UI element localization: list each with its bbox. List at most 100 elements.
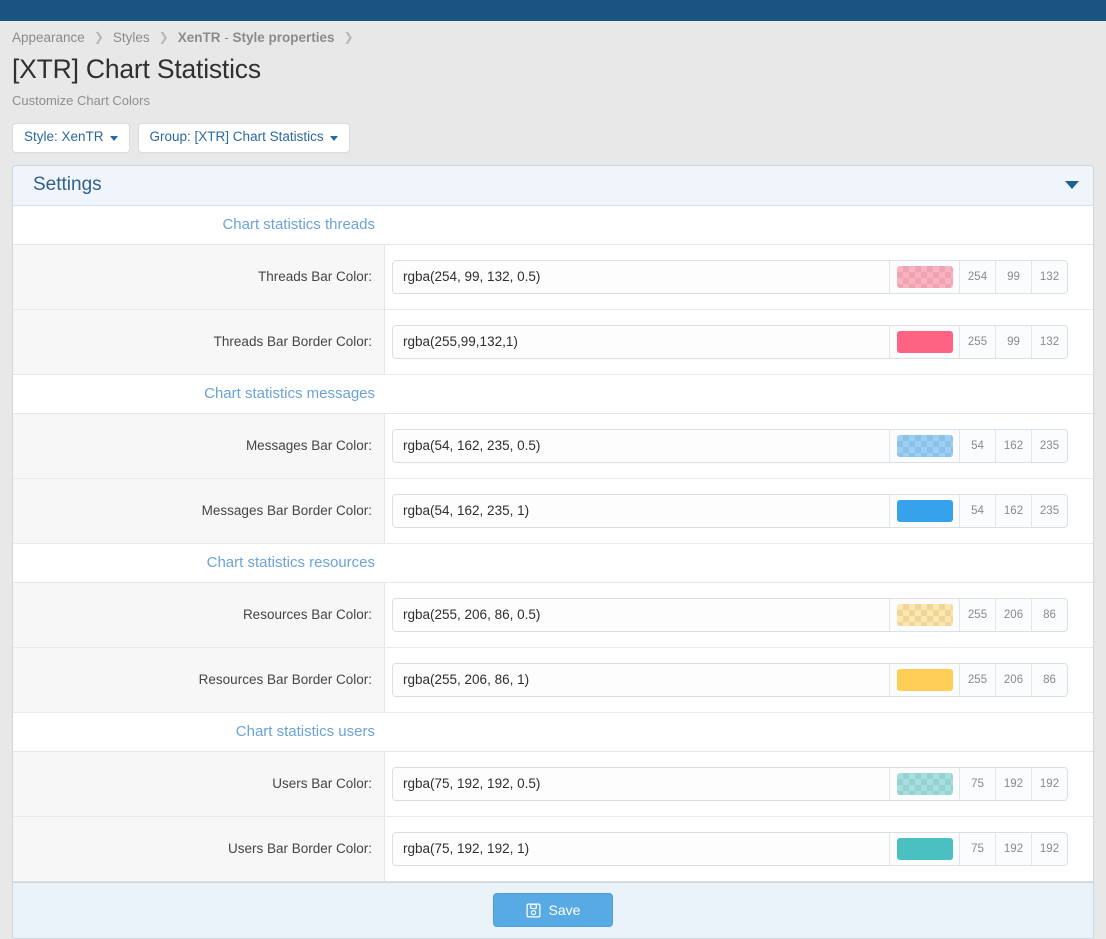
section-heading-label: Chart statistics users <box>13 723 385 740</box>
blue-channel-value[interactable]: 192 <box>1031 768 1067 800</box>
color-swatch <box>897 773 953 795</box>
red-channel-value[interactable]: 75 <box>959 833 995 865</box>
blue-channel-value[interactable]: 86 <box>1031 599 1067 631</box>
color-field-row: Threads Bar Border Color: 255 99 132 <box>13 310 1093 375</box>
field-body: 255 99 132 <box>385 310 1093 374</box>
color-field-row: Threads Bar Color: 254 99 132 <box>13 245 1093 310</box>
blue-channel-value[interactable]: 235 <box>1031 495 1067 527</box>
style-filter-button[interactable]: Style: XenTR <box>12 123 130 153</box>
red-channel-value[interactable]: 254 <box>959 261 995 293</box>
field-label: Users Bar Border Color: <box>13 817 385 881</box>
breadcrumb-separator-icon: ❯ <box>150 31 178 43</box>
color-value-input[interactable] <box>393 664 889 696</box>
floppy-save-icon <box>526 903 541 918</box>
section-heading-label: Chart statistics threads <box>13 216 385 233</box>
page-subtitle: Customize Chart Colors <box>12 93 1094 108</box>
group-filter-button[interactable]: Group: [XTR] Chart Statistics <box>138 123 350 153</box>
section-header: Chart statistics threads <box>13 206 1093 245</box>
color-swatch <box>897 500 953 522</box>
field-body: 54 162 235 <box>385 414 1093 478</box>
blue-channel-value[interactable]: 86 <box>1031 664 1067 696</box>
color-picker-control[interactable]: 254 99 132 <box>392 260 1068 294</box>
settings-panel: Settings Chart statistics threads Thread… <box>12 165 1094 939</box>
breadcrumb-item-appearance[interactable]: Appearance <box>12 30 85 45</box>
chevron-down-icon <box>110 136 118 141</box>
green-channel-value[interactable]: 162 <box>995 495 1031 527</box>
section-header: Chart statistics users <box>13 713 1093 752</box>
breadcrumb-item-styles[interactable]: Styles <box>113 30 150 45</box>
settings-panel-header: Settings <box>13 166 1093 206</box>
color-swatch-button[interactable] <box>889 495 959 527</box>
color-swatch <box>897 838 953 860</box>
field-label: Messages Bar Border Color: <box>13 479 385 543</box>
color-field-row: Resources Bar Color: 255 206 86 <box>13 583 1093 648</box>
color-picker-control[interactable]: 255 206 86 <box>392 598 1068 632</box>
color-field-row: Messages Bar Border Color: 54 162 235 <box>13 479 1093 544</box>
red-channel-value[interactable]: 255 <box>959 599 995 631</box>
color-swatch <box>897 266 953 288</box>
color-swatch-button[interactable] <box>889 261 959 293</box>
breadcrumb-separator-icon: ❯ <box>335 31 363 43</box>
field-label: Threads Bar Color: <box>13 245 385 309</box>
color-value-input[interactable] <box>393 261 889 293</box>
red-channel-value[interactable]: 255 <box>959 326 995 358</box>
green-channel-value[interactable]: 192 <box>995 768 1031 800</box>
color-swatch-button[interactable] <box>889 326 959 358</box>
green-channel-value[interactable]: 192 <box>995 833 1031 865</box>
green-channel-value[interactable]: 99 <box>995 261 1031 293</box>
color-picker-control[interactable]: 54 162 235 <box>392 429 1068 463</box>
color-value-input[interactable] <box>393 599 889 631</box>
color-swatch <box>897 604 953 626</box>
color-swatch-button[interactable] <box>889 833 959 865</box>
green-channel-value[interactable]: 206 <box>995 599 1031 631</box>
red-channel-value[interactable]: 255 <box>959 664 995 696</box>
color-swatch <box>897 435 953 457</box>
breadcrumb: Appearance ❯ Styles ❯ XenTR - Style prop… <box>12 21 1094 47</box>
color-picker-control[interactable]: 75 192 192 <box>392 767 1068 801</box>
color-swatch-button[interactable] <box>889 768 959 800</box>
blue-channel-value[interactable]: 132 <box>1031 261 1067 293</box>
green-channel-value[interactable]: 99 <box>995 326 1031 358</box>
color-swatch-button[interactable] <box>889 664 959 696</box>
color-value-input[interactable] <box>393 495 889 527</box>
field-label: Users Bar Color: <box>13 752 385 816</box>
color-value-input[interactable] <box>393 833 889 865</box>
color-field-row: Resources Bar Border Color: 255 206 86 <box>13 648 1093 713</box>
breadcrumb-dash: - <box>220 30 232 45</box>
group-filter-label: Group: [XTR] Chart Statistics <box>150 130 324 145</box>
color-swatch-button[interactable] <box>889 430 959 462</box>
color-value-input[interactable] <box>393 326 889 358</box>
color-swatch <box>897 669 953 691</box>
green-channel-value[interactable]: 162 <box>995 430 1031 462</box>
color-value-input[interactable] <box>393 768 889 800</box>
color-field-row: Users Bar Color: 75 192 192 <box>13 752 1093 817</box>
blue-channel-value[interactable]: 132 <box>1031 326 1067 358</box>
field-label: Resources Bar Border Color: <box>13 648 385 712</box>
color-picker-control[interactable]: 75 192 192 <box>392 832 1068 866</box>
field-body: 75 192 192 <box>385 752 1093 816</box>
page-title: [XTR] Chart Statistics <box>12 54 1094 85</box>
red-channel-value[interactable]: 54 <box>959 430 995 462</box>
filter-bar: Style: XenTR Group: [XTR] Chart Statisti… <box>12 123 1094 153</box>
color-picker-control[interactable]: 255 99 132 <box>392 325 1068 359</box>
field-body: 75 192 192 <box>385 817 1093 881</box>
field-label: Threads Bar Border Color: <box>13 310 385 374</box>
color-swatch-button[interactable] <box>889 599 959 631</box>
color-picker-control[interactable]: 255 206 86 <box>392 663 1068 697</box>
section-heading-label: Chart statistics messages <box>13 385 385 402</box>
field-body: 255 206 86 <box>385 648 1093 712</box>
blue-channel-value[interactable]: 192 <box>1031 833 1067 865</box>
breadcrumb-item-style-properties[interactable]: XenTR - Style properties <box>178 30 335 45</box>
chevron-down-icon <box>330 136 338 141</box>
color-value-input[interactable] <box>393 430 889 462</box>
color-picker-control[interactable]: 54 162 235 <box>392 494 1068 528</box>
blue-channel-value[interactable]: 235 <box>1031 430 1067 462</box>
red-channel-value[interactable]: 75 <box>959 768 995 800</box>
save-button[interactable]: Save <box>493 893 613 927</box>
red-channel-value[interactable]: 54 <box>959 495 995 527</box>
breadcrumb-style-properties-label: Style properties <box>232 30 334 45</box>
field-body: 255 206 86 <box>385 583 1093 647</box>
settings-sections: Chart statistics threads Threads Bar Col… <box>13 206 1093 882</box>
green-channel-value[interactable]: 206 <box>995 664 1031 696</box>
caret-down-icon[interactable] <box>1065 181 1079 189</box>
